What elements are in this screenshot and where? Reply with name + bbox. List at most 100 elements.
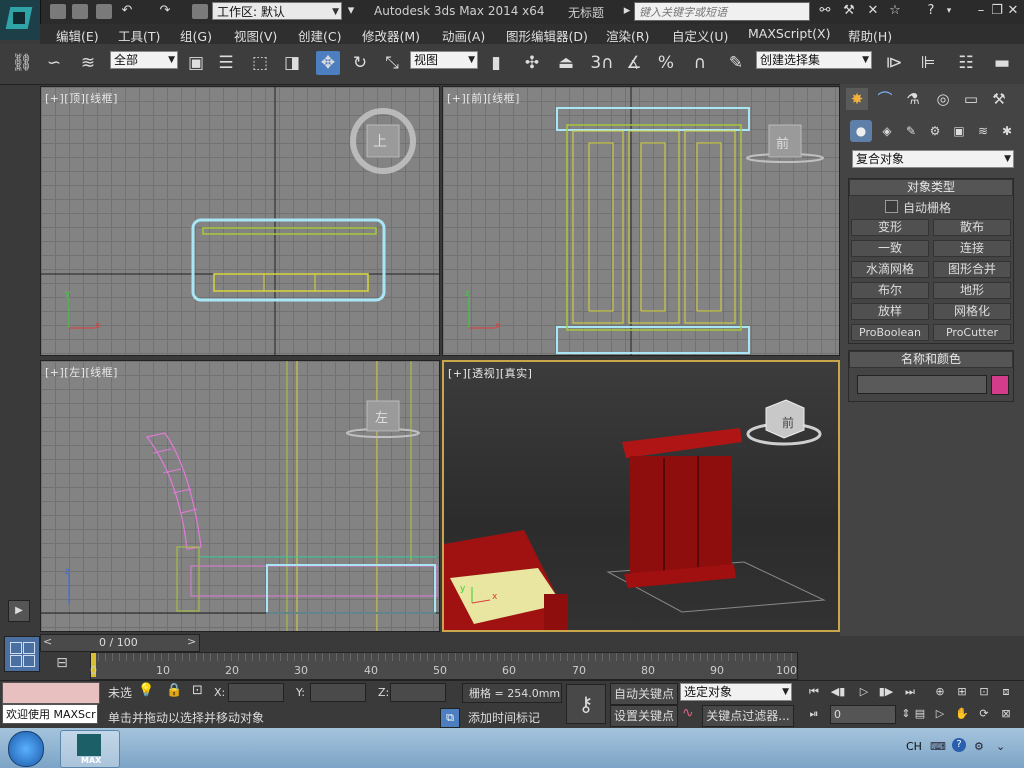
- key-mode-toggle-icon[interactable]: ⏯: [806, 706, 822, 722]
- maximize-viewport-icon[interactable]: ⊠: [998, 706, 1014, 722]
- key-mode-select[interactable]: 选定对象 ▼: [680, 683, 792, 701]
- proboolean-button[interactable]: ProBoolean: [851, 324, 929, 341]
- angle-snap-icon[interactable]: ∡: [622, 51, 646, 75]
- search-input[interactable]: 键入关键字或短语: [634, 2, 810, 21]
- cameras-category-icon[interactable]: ⚙: [924, 120, 946, 142]
- scatter-button[interactable]: 散布: [933, 219, 1011, 236]
- menu-modifiers[interactable]: 修改器(M): [362, 26, 420, 45]
- keyboard-tray-icon[interactable]: ⌨: [930, 740, 946, 754]
- modify-tab-icon[interactable]: ⌒: [874, 88, 896, 110]
- object-color-swatch[interactable]: [991, 375, 1009, 395]
- project-folder-icon[interactable]: [192, 4, 208, 19]
- redo-icon[interactable]: ↷: [158, 4, 172, 18]
- menu-views[interactable]: 视图(V): [234, 26, 277, 45]
- set-key-big-icon[interactable]: ⚷: [566, 684, 606, 724]
- ime-options-tray-icon[interactable]: ⚙: [974, 740, 988, 754]
- select-and-move-icon[interactable]: ✥: [316, 51, 340, 75]
- display-tab-icon[interactable]: ▭: [960, 88, 982, 110]
- manipulate-icon[interactable]: ✣: [520, 51, 544, 75]
- mini-curve-editor-icon[interactable]: ⊟: [52, 655, 72, 675]
- go-to-end-icon[interactable]: ⏭: [902, 684, 918, 700]
- tray-expand-icon[interactable]: ⌄: [996, 740, 1010, 754]
- systems-category-icon[interactable]: ✱: [996, 120, 1018, 142]
- selection-filter-select[interactable]: 全部 ▼: [110, 51, 178, 69]
- snaps-toggle-icon[interactable]: 3∩: [590, 51, 614, 75]
- helpers-category-icon[interactable]: ▣: [948, 120, 970, 142]
- menu-animation[interactable]: 动画(A): [442, 26, 485, 45]
- auto-key-button[interactable]: 自动关键点: [610, 683, 678, 705]
- morph-button[interactable]: 变形: [851, 219, 929, 236]
- loft-button[interactable]: 放样: [851, 303, 929, 320]
- boolean-button[interactable]: 布尔: [851, 282, 929, 299]
- procutter-button[interactable]: ProCutter: [933, 324, 1011, 341]
- mirror-icon[interactable]: ⧐: [882, 51, 906, 75]
- close-window-icon[interactable]: ✕: [1006, 4, 1020, 18]
- connect-button[interactable]: 连接: [933, 240, 1011, 257]
- previous-frame-icon[interactable]: ◀▮: [830, 684, 846, 700]
- help-icon[interactable]: ?: [924, 4, 938, 18]
- viewport-front[interactable]: [+][前][线框] 前 z x: [442, 86, 840, 356]
- time-slider-next-icon[interactable]: >: [187, 635, 196, 648]
- graphite-ribbon-icon[interactable]: ▬: [990, 51, 1014, 75]
- help-dropdown-icon[interactable]: ▾: [942, 4, 956, 18]
- orbit-icon[interactable]: ⟳: [976, 706, 992, 722]
- layer-manager-icon[interactable]: ☷: [954, 51, 978, 75]
- maxscript-welcome[interactable]: 欢迎使用 MAXScr: [2, 704, 98, 724]
- subscription-icon[interactable]: ⚒: [842, 4, 856, 18]
- named-selection-select[interactable]: 创建选择集 ▼: [756, 51, 872, 69]
- open-file-icon[interactable]: [72, 4, 88, 19]
- viewport-top[interactable]: [+][顶][线框] 上 y x: [40, 86, 440, 356]
- go-to-start-icon[interactable]: ⏮: [806, 684, 822, 700]
- key-filters-button[interactable]: 关键点过滤器...: [702, 705, 794, 727]
- utilities-tab-icon[interactable]: ⚒: [988, 88, 1010, 110]
- next-frame-icon[interactable]: ▮▶: [878, 684, 894, 700]
- taskbar-3dsmax-item[interactable]: MAX: [60, 730, 120, 768]
- field-of-view-icon[interactable]: ▷: [932, 706, 948, 722]
- create-tab-icon[interactable]: ✸: [846, 88, 868, 110]
- selection-lock-icon[interactable]: 🔒: [166, 683, 182, 699]
- viewport-perspective[interactable]: [+][透视][真实] 前 y x: [442, 360, 840, 632]
- geometry-type-select[interactable]: 复合对象 ▼: [852, 150, 1014, 168]
- viewport-left[interactable]: [+][左][线框] 左 z: [40, 360, 440, 632]
- align-icon[interactable]: ⊫: [916, 51, 940, 75]
- shapemerge-button[interactable]: 图形合并: [933, 261, 1011, 278]
- add-time-tag-label[interactable]: 添加时间标记: [468, 709, 540, 726]
- select-and-scale-icon[interactable]: ⤡: [380, 51, 404, 75]
- menu-maxscript[interactable]: MAXScript(X): [748, 26, 830, 41]
- quick-access-dropdown-icon[interactable]: ▾: [344, 4, 358, 18]
- select-by-name-icon[interactable]: ☰: [214, 51, 238, 75]
- keyboard-shortcut-override-icon[interactable]: ⏏: [554, 51, 578, 75]
- rectangular-selection-icon[interactable]: ⬚: [248, 51, 272, 75]
- pivot-center-icon[interactable]: ▮: [484, 51, 508, 75]
- search-expand-icon[interactable]: ▸: [620, 4, 634, 18]
- new-file-icon[interactable]: [50, 4, 66, 19]
- y-coord-input[interactable]: [310, 683, 366, 702]
- set-key-button[interactable]: 设置关键点: [610, 705, 678, 727]
- absolute-mode-icon[interactable]: ⊡: [192, 683, 208, 699]
- menu-customize[interactable]: 自定义(U): [672, 26, 728, 45]
- blobmesh-button[interactable]: 水滴网格: [851, 261, 929, 278]
- time-tag-icon[interactable]: ⧉: [440, 708, 460, 728]
- auto-grid-checkbox[interactable]: [885, 200, 898, 213]
- menu-edit[interactable]: 编辑(E): [56, 26, 99, 45]
- menu-graph-editors[interactable]: 图形编辑器(D): [506, 26, 588, 45]
- reference-coordinate-select[interactable]: 视图 ▼: [410, 51, 478, 69]
- z-coord-input[interactable]: [390, 683, 446, 702]
- geometry-category-icon[interactable]: ●: [850, 120, 872, 142]
- edit-named-selection-icon[interactable]: ✎: [724, 51, 748, 75]
- menu-group[interactable]: 组(G): [180, 26, 212, 45]
- name-and-color-header[interactable]: 名称和颜色: [849, 351, 1013, 368]
- maxscript-listener-mini[interactable]: [2, 682, 100, 704]
- zoom-extents-all-icon[interactable]: ⧈: [998, 684, 1014, 700]
- zoom-icon[interactable]: ⊕: [932, 684, 948, 700]
- time-slider-prev-icon[interactable]: <: [43, 635, 52, 648]
- start-button-icon[interactable]: [8, 731, 44, 767]
- select-and-rotate-icon[interactable]: ↻: [348, 51, 372, 75]
- mesher-button[interactable]: 网格化: [933, 303, 1011, 320]
- minimize-window-icon[interactable]: –: [974, 4, 988, 18]
- select-object-icon[interactable]: ▣: [184, 51, 208, 75]
- x-coord-input[interactable]: [228, 683, 284, 702]
- current-frame-input[interactable]: 0: [830, 705, 896, 724]
- viewport-layout-tab-icon[interactable]: [4, 636, 40, 672]
- unlink-icon[interactable]: ∽: [42, 51, 66, 75]
